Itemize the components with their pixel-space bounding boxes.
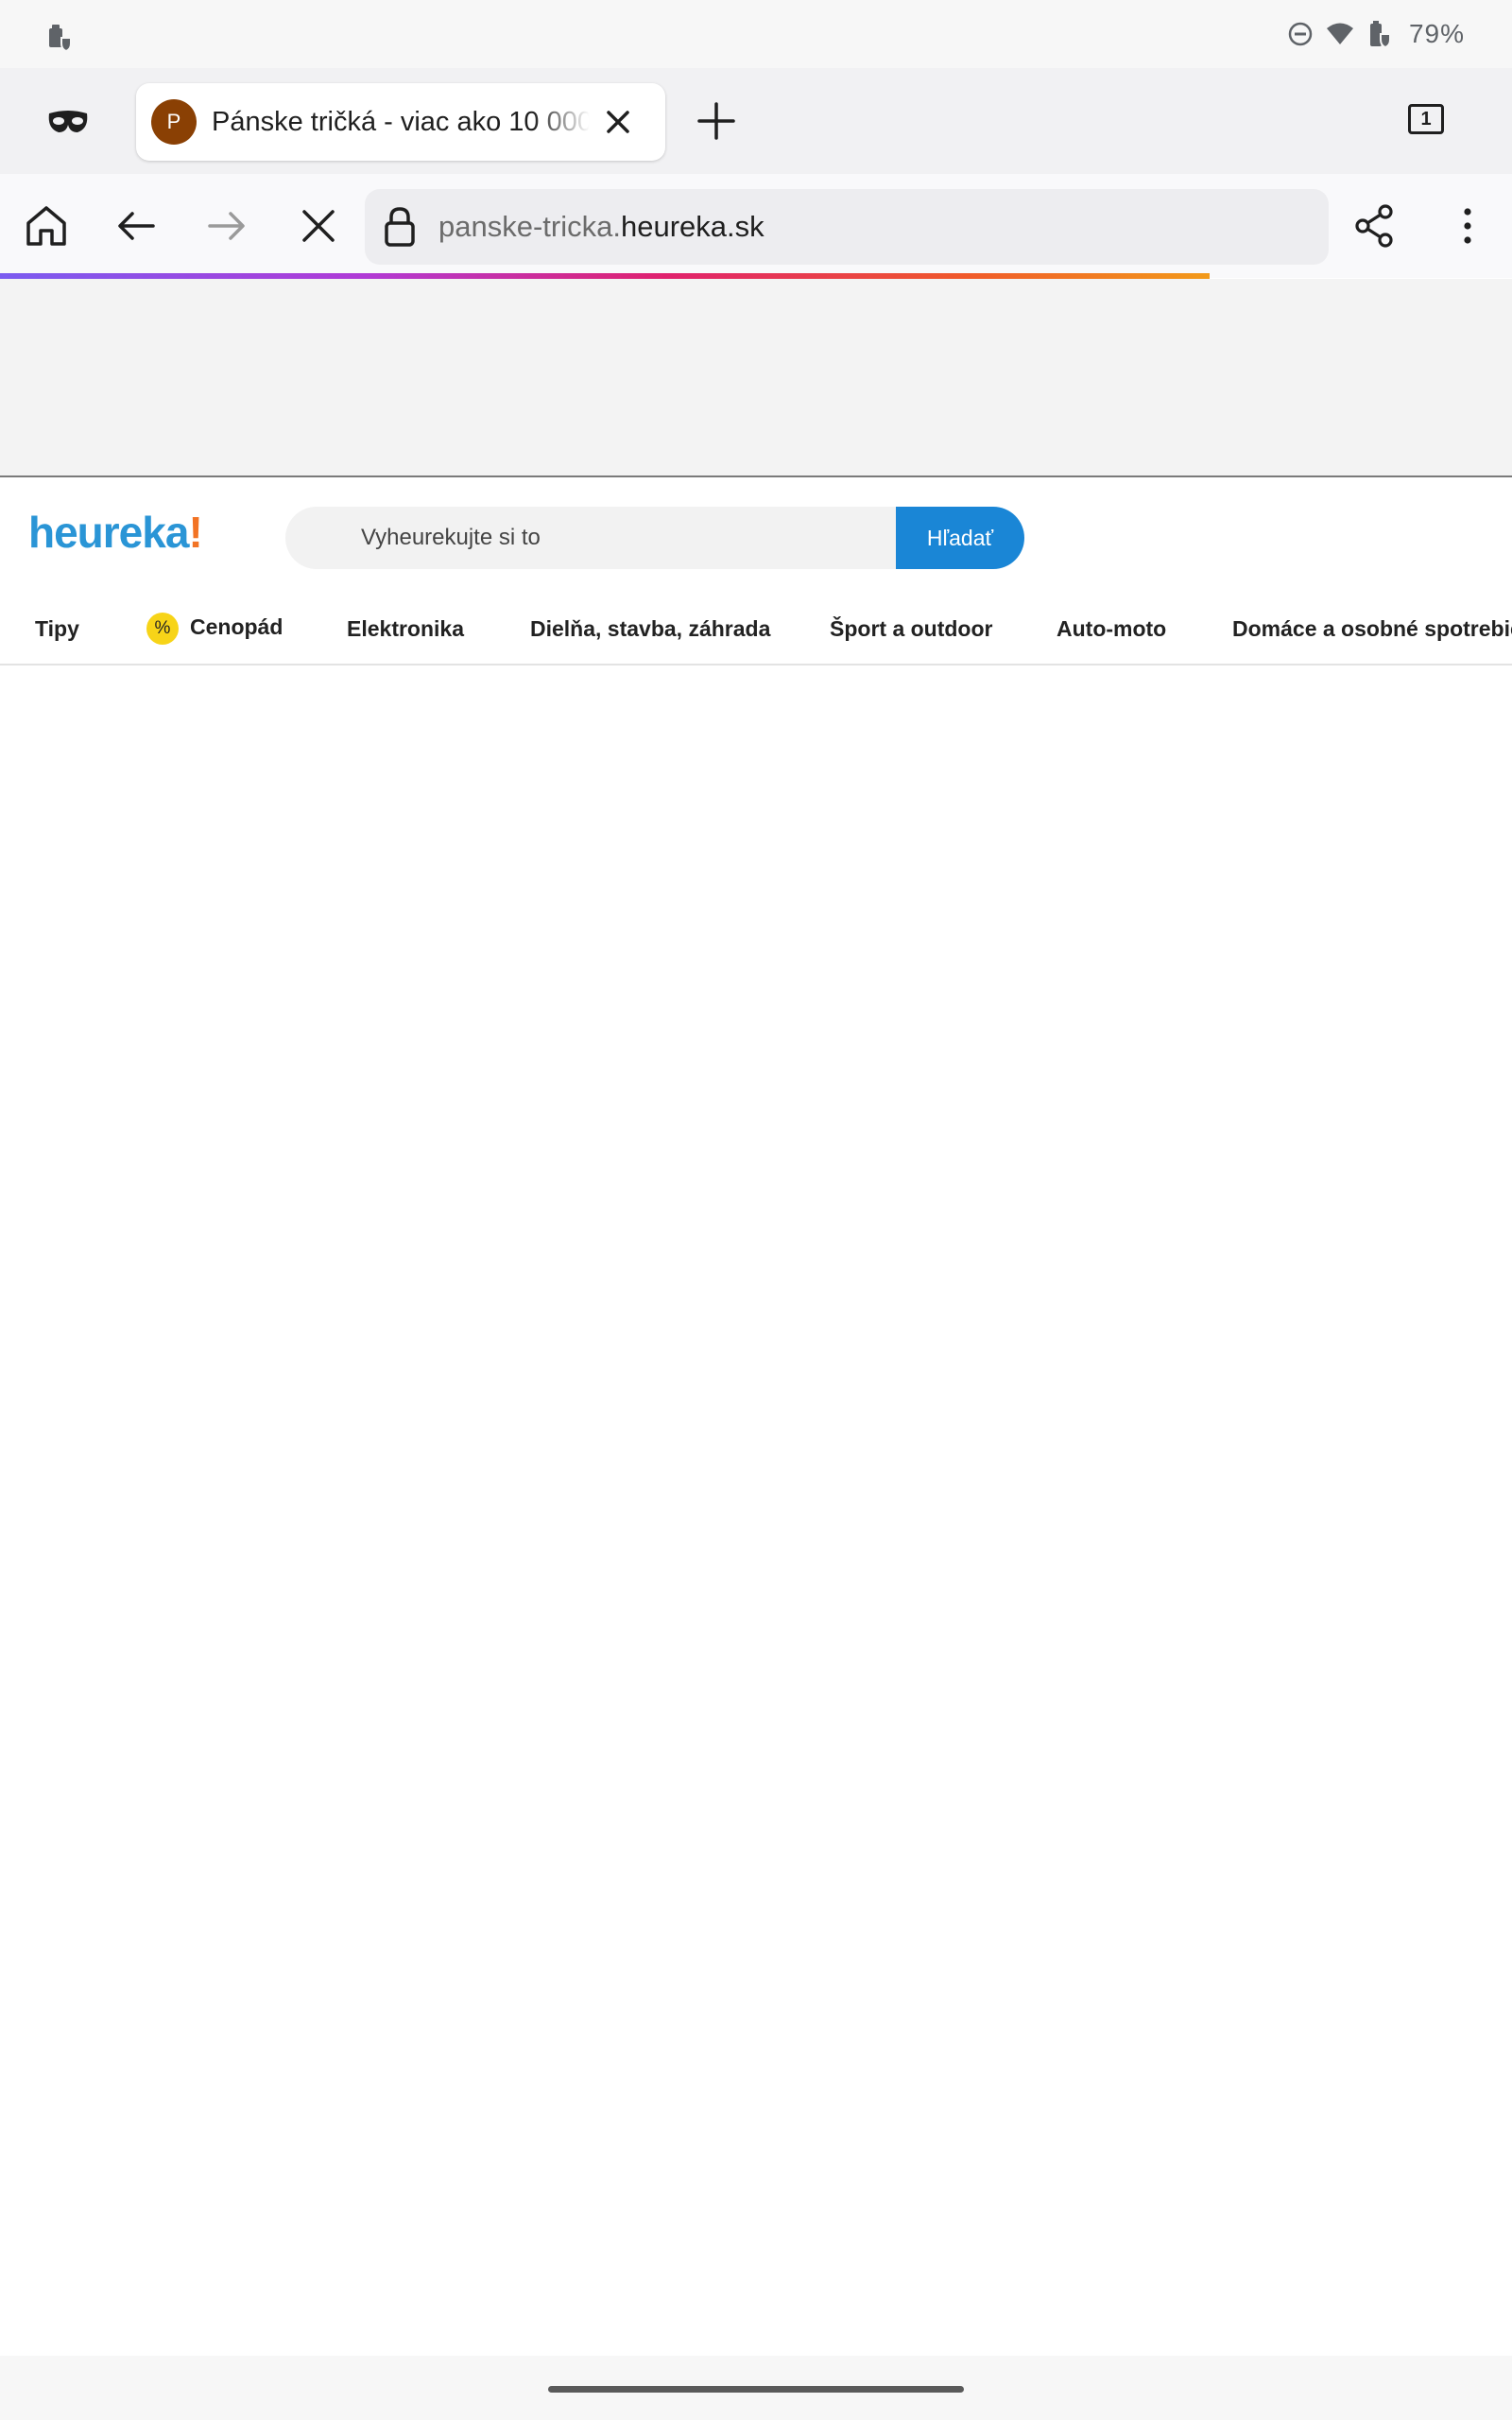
tab-title: Pánske tričká - viac ako 10 000 [212,107,590,137]
home-icon[interactable] [23,202,70,250]
lock-icon[interactable] [384,206,416,248]
home-gesture-handle[interactable] [548,2386,964,2393]
more-menu-icon[interactable] [1444,202,1491,250]
address-bar[interactable]: panske-tricka.heureka.sk [365,189,1329,265]
logo-accent: ! [188,508,202,557]
battery-icon [1367,20,1392,48]
battery-percent: 79% [1408,19,1465,48]
search-form: Hľadať [285,507,1024,569]
new-tab-plus-icon[interactable] [696,100,737,142]
search-input[interactable] [285,507,909,569]
ad-placeholder-area [0,279,1512,477]
category-cenopad-label: Cenopád [190,614,284,640]
browser-tab[interactable]: P Pánske tričká - viac ako 10 000 [136,83,665,161]
do-not-disturb-icon [1288,22,1313,46]
tab-favicon-avatar: P [151,99,197,145]
tab-strip: P Pánske tričká - viac ako 10 000 1 [0,68,1512,174]
url-host: heureka.sk [620,210,765,243]
forward-arrow-icon[interactable] [202,202,249,250]
category-elektronika[interactable]: Elektronika [347,616,464,642]
category-auto-moto[interactable]: Auto-moto [1057,616,1166,642]
clipboard-lock-icon [47,23,74,51]
heureka-logo[interactable]: heureka! [28,507,203,558]
status-icons: 79% [1288,17,1465,51]
back-arrow-icon[interactable] [113,202,161,250]
status-bar: 79% [0,0,1512,68]
search-button[interactable]: Hľadať [896,507,1024,569]
wifi-icon [1326,22,1354,46]
private-browsing-mask-icon[interactable] [47,108,89,136]
url-subdomain: panske-tricka. [438,210,621,243]
category-cenopad[interactable]: % Cenopád [146,613,283,645]
category-nav: Tipy % Cenopád Elektronika Dielňa, stavba… [0,601,1512,666]
percent-badge-icon: % [146,613,179,645]
url-text: panske-tricka.heureka.sk [438,189,765,265]
category-dielna[interactable]: Dielňa, stavba, záhrada [530,616,770,642]
gesture-navigation-bar [0,2356,1512,2420]
category-domace-spotrebice[interactable]: Domáce a osobné spotrebiče [1232,616,1512,642]
share-icon[interactable] [1351,202,1399,250]
category-tipy[interactable]: Tipy [35,616,79,642]
browser-toolbar: panske-tricka.heureka.sk [0,174,1512,278]
close-tab-icon[interactable] [599,103,637,141]
category-sport-outdoor[interactable]: Šport a outdoor [830,616,992,642]
stop-loading-icon[interactable] [295,202,342,250]
logo-text: heureka [28,508,189,557]
tab-counter-button[interactable]: 1 [1408,104,1444,134]
